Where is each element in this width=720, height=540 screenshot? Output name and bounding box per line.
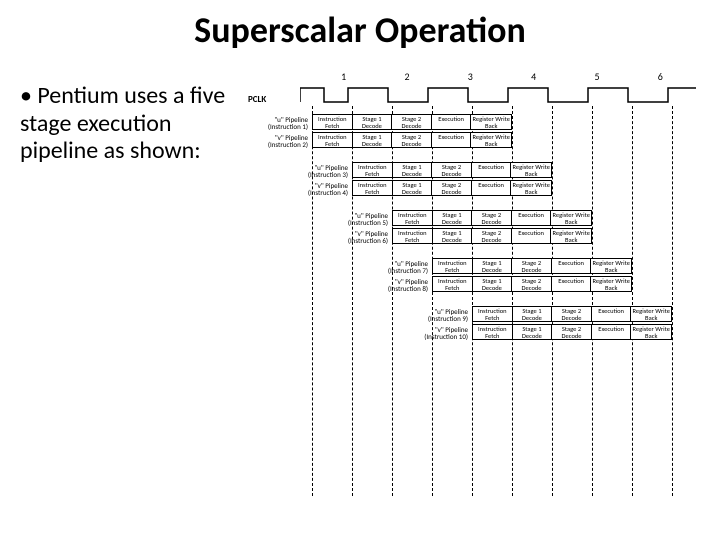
pipeline-row: "u" Pipeline (Instruction 3) Instruction … xyxy=(248,162,708,180)
stage-cell: Instruction Fetch xyxy=(393,229,433,243)
stage-cell: Stage 2 Decode xyxy=(432,181,472,195)
stage-cell: Register Write Back xyxy=(551,229,591,243)
stage-cell: Stage 1 Decode xyxy=(473,259,513,273)
clock-row: 123456 PCLK xyxy=(248,70,708,110)
pipeline-row: "u" Pipeline (Instruction 9) Instruction … xyxy=(248,306,708,324)
page-title: Superscalar Operation xyxy=(0,0,720,52)
pipeline-stages: Instruction FetchStage 1 DecodeStage 2 D… xyxy=(472,306,672,322)
pipeline-label: "u" Pipeline (Instruction 3) xyxy=(288,164,348,178)
stage-cell: Instruction Fetch xyxy=(393,211,433,225)
stage-cell: Register Write Back xyxy=(631,307,671,321)
pipeline-row: "u" Pipeline (Instruction 7) Instruction … xyxy=(248,258,708,276)
pipeline-label: "v" Pipeline (Instruction 6) xyxy=(328,230,388,244)
stage-cell: Instruction Fetch xyxy=(433,277,473,291)
bullet-text: Pentium uses a five stage execution pipe… xyxy=(20,82,240,165)
pipeline-label: "v" Pipeline (Instruction 2) xyxy=(248,134,308,148)
pipeline-stages: Instruction FetchStage 1 DecodeStage 2 D… xyxy=(472,324,672,340)
stage-cell: Stage 2 Decode xyxy=(432,163,472,177)
stage-cell: Execution xyxy=(472,163,512,177)
pipeline-stages: Instruction FetchStage 1 DecodeStage 2 D… xyxy=(312,114,512,130)
pipeline-row: "u" Pipeline (Instruction 5) Instruction … xyxy=(248,210,708,228)
pclk-label: PCLK xyxy=(248,94,266,105)
stage-cell: Stage 2 Decode xyxy=(392,133,432,147)
stage-cell: Execution xyxy=(592,325,632,339)
stage-cell: Instruction Fetch xyxy=(353,181,393,195)
stage-cell: Execution xyxy=(592,307,632,321)
pipeline-label: "u" Pipeline (Instruction 1) xyxy=(248,116,308,130)
pipeline-row: "v" Pipeline (Instruction 8) Instruction … xyxy=(248,276,708,294)
pipeline-stages: Instruction FetchStage 1 DecodeStage 2 D… xyxy=(392,228,592,244)
pipeline-stages: Instruction FetchStage 1 DecodeStage 2 D… xyxy=(352,180,552,196)
stage-cell: Stage 1 Decode xyxy=(353,133,393,147)
stage-cell: Instruction Fetch xyxy=(433,259,473,273)
pipeline-stages: Instruction FetchStage 1 DecodeStage 2 D… xyxy=(392,210,592,226)
stage-cell: Register Write Back xyxy=(471,115,511,129)
stage-cell: Instruction Fetch xyxy=(473,307,513,321)
stage-cell: Execution xyxy=(472,181,512,195)
stage-cell: Stage 2 Decode xyxy=(512,277,552,291)
stage-cell: Stage 2 Decode xyxy=(552,307,592,321)
pipeline-row: "u" Pipeline (Instruction 1) Instruction … xyxy=(248,114,708,132)
pipeline-label: "u" Pipeline (Instruction 5) xyxy=(328,212,388,226)
stage-cell: Stage 1 Decode xyxy=(393,163,433,177)
stage-cell: Stage 1 Decode xyxy=(433,211,473,225)
stage-cell: Stage 2 Decode xyxy=(552,325,592,339)
pipeline-stages: Instruction FetchStage 1 DecodeStage 2 D… xyxy=(352,162,552,178)
stage-cell: Instruction Fetch xyxy=(313,133,353,147)
pipeline-row: "v" Pipeline (Instruction 6) Instruction … xyxy=(248,228,708,246)
stage-cell: Stage 2 Decode xyxy=(472,211,512,225)
stage-cell: Register Write Back xyxy=(511,181,551,195)
stage-cell: Stage 2 Decode xyxy=(392,115,432,129)
pipeline-label: "u" Pipeline (Instruction 9) xyxy=(408,308,468,322)
stage-cell: Execution xyxy=(512,211,552,225)
stage-cell: Instruction Fetch xyxy=(313,115,353,129)
stage-cell: Register Write Back xyxy=(591,277,631,291)
stage-cell: Register Write Back xyxy=(471,133,511,147)
pipeline-stages: Instruction FetchStage 1 DecodeStage 2 D… xyxy=(312,132,512,148)
stage-cell: Instruction Fetch xyxy=(353,163,393,177)
pipeline-row: "v" Pipeline (Instruction 2) Instruction … xyxy=(248,132,708,150)
stage-cell: Execution xyxy=(552,259,592,273)
stage-cell: Execution xyxy=(552,277,592,291)
pipeline-stages: Instruction FetchStage 1 DecodeStage 2 D… xyxy=(432,276,632,292)
pipeline-label: "v" Pipeline (Instruction 4) xyxy=(288,182,348,196)
stage-cell: Execution xyxy=(432,115,472,129)
pipeline-label: "v" Pipeline (Instruction 8) xyxy=(368,278,428,292)
stage-cell: Register Write Back xyxy=(511,163,551,177)
stage-cell: Execution xyxy=(512,229,552,243)
stage-cell: Stage 2 Decode xyxy=(512,259,552,273)
stage-cell: Stage 1 Decode xyxy=(473,277,513,291)
stage-cell: Stage 1 Decode xyxy=(513,307,553,321)
pipeline-row: "v" Pipeline (Instruction 4) Instruction … xyxy=(248,180,708,198)
stage-cell: Instruction Fetch xyxy=(473,325,513,339)
pipeline-label: "u" Pipeline (Instruction 7) xyxy=(368,260,428,274)
stage-cell: Stage 1 Decode xyxy=(393,181,433,195)
stage-cell: Stage 1 Decode xyxy=(353,115,393,129)
pipeline-stages: Instruction FetchStage 1 DecodeStage 2 D… xyxy=(432,258,632,274)
pipeline-row: "v" Pipeline (Instruction 10) Instruction… xyxy=(248,324,708,342)
pipeline-diagram: 123456 PCLK "u" Pipeline (Instruction 1)… xyxy=(248,70,708,342)
stage-cell: Stage 2 Decode xyxy=(472,229,512,243)
clock-waveform xyxy=(300,82,700,106)
pipeline-label: "v" Pipeline (Instruction 10) xyxy=(408,326,468,340)
stage-cell: Register Write Back xyxy=(631,325,671,339)
stage-cell: Execution xyxy=(432,133,472,147)
stage-cell: Stage 1 Decode xyxy=(433,229,473,243)
stage-cell: Stage 1 Decode xyxy=(513,325,553,339)
stage-cell: Register Write Back xyxy=(551,211,591,225)
stage-cell: Register Write Back xyxy=(591,259,631,273)
